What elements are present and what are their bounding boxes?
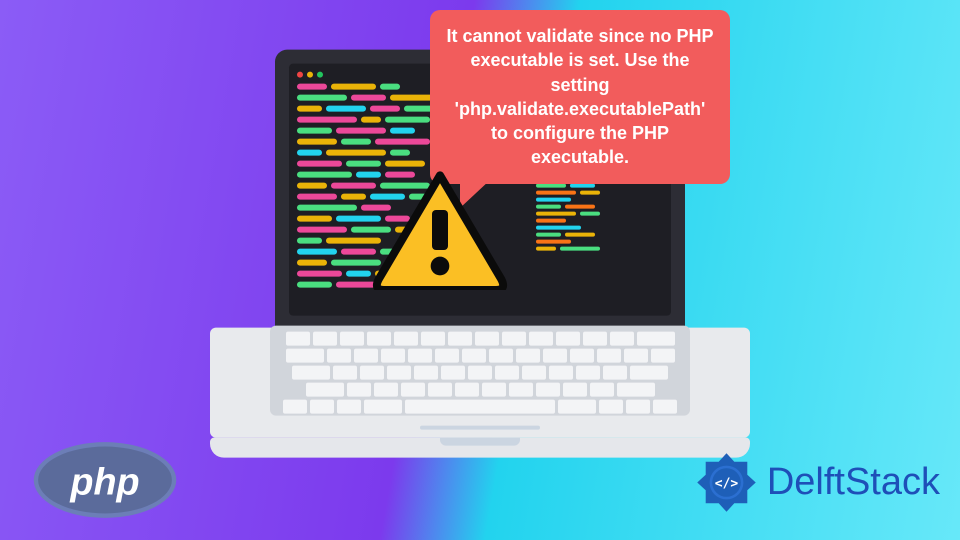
error-speech-bubble: It cannot validate since no PHP executab… bbox=[430, 10, 730, 184]
laptop-base bbox=[210, 328, 750, 438]
error-message-text: It cannot validate since no PHP executab… bbox=[446, 26, 713, 167]
laptop-keyboard bbox=[270, 326, 690, 416]
close-dot-icon bbox=[297, 72, 303, 78]
laptop-trackpad bbox=[420, 426, 540, 430]
php-logo-text: php bbox=[69, 462, 139, 504]
delftstack-brand: </> DelftStack bbox=[694, 450, 940, 515]
svg-text:</>: </> bbox=[715, 477, 739, 492]
delftstack-brand-text: DelftStack bbox=[767, 461, 940, 504]
maximize-dot-icon bbox=[317, 72, 323, 78]
minimize-dot-icon bbox=[307, 72, 313, 78]
delftstack-logo-icon: </> bbox=[694, 450, 759, 515]
php-logo-icon: php bbox=[30, 440, 180, 520]
laptop-hinge bbox=[210, 438, 750, 458]
warning-triangle-icon bbox=[370, 170, 510, 290]
